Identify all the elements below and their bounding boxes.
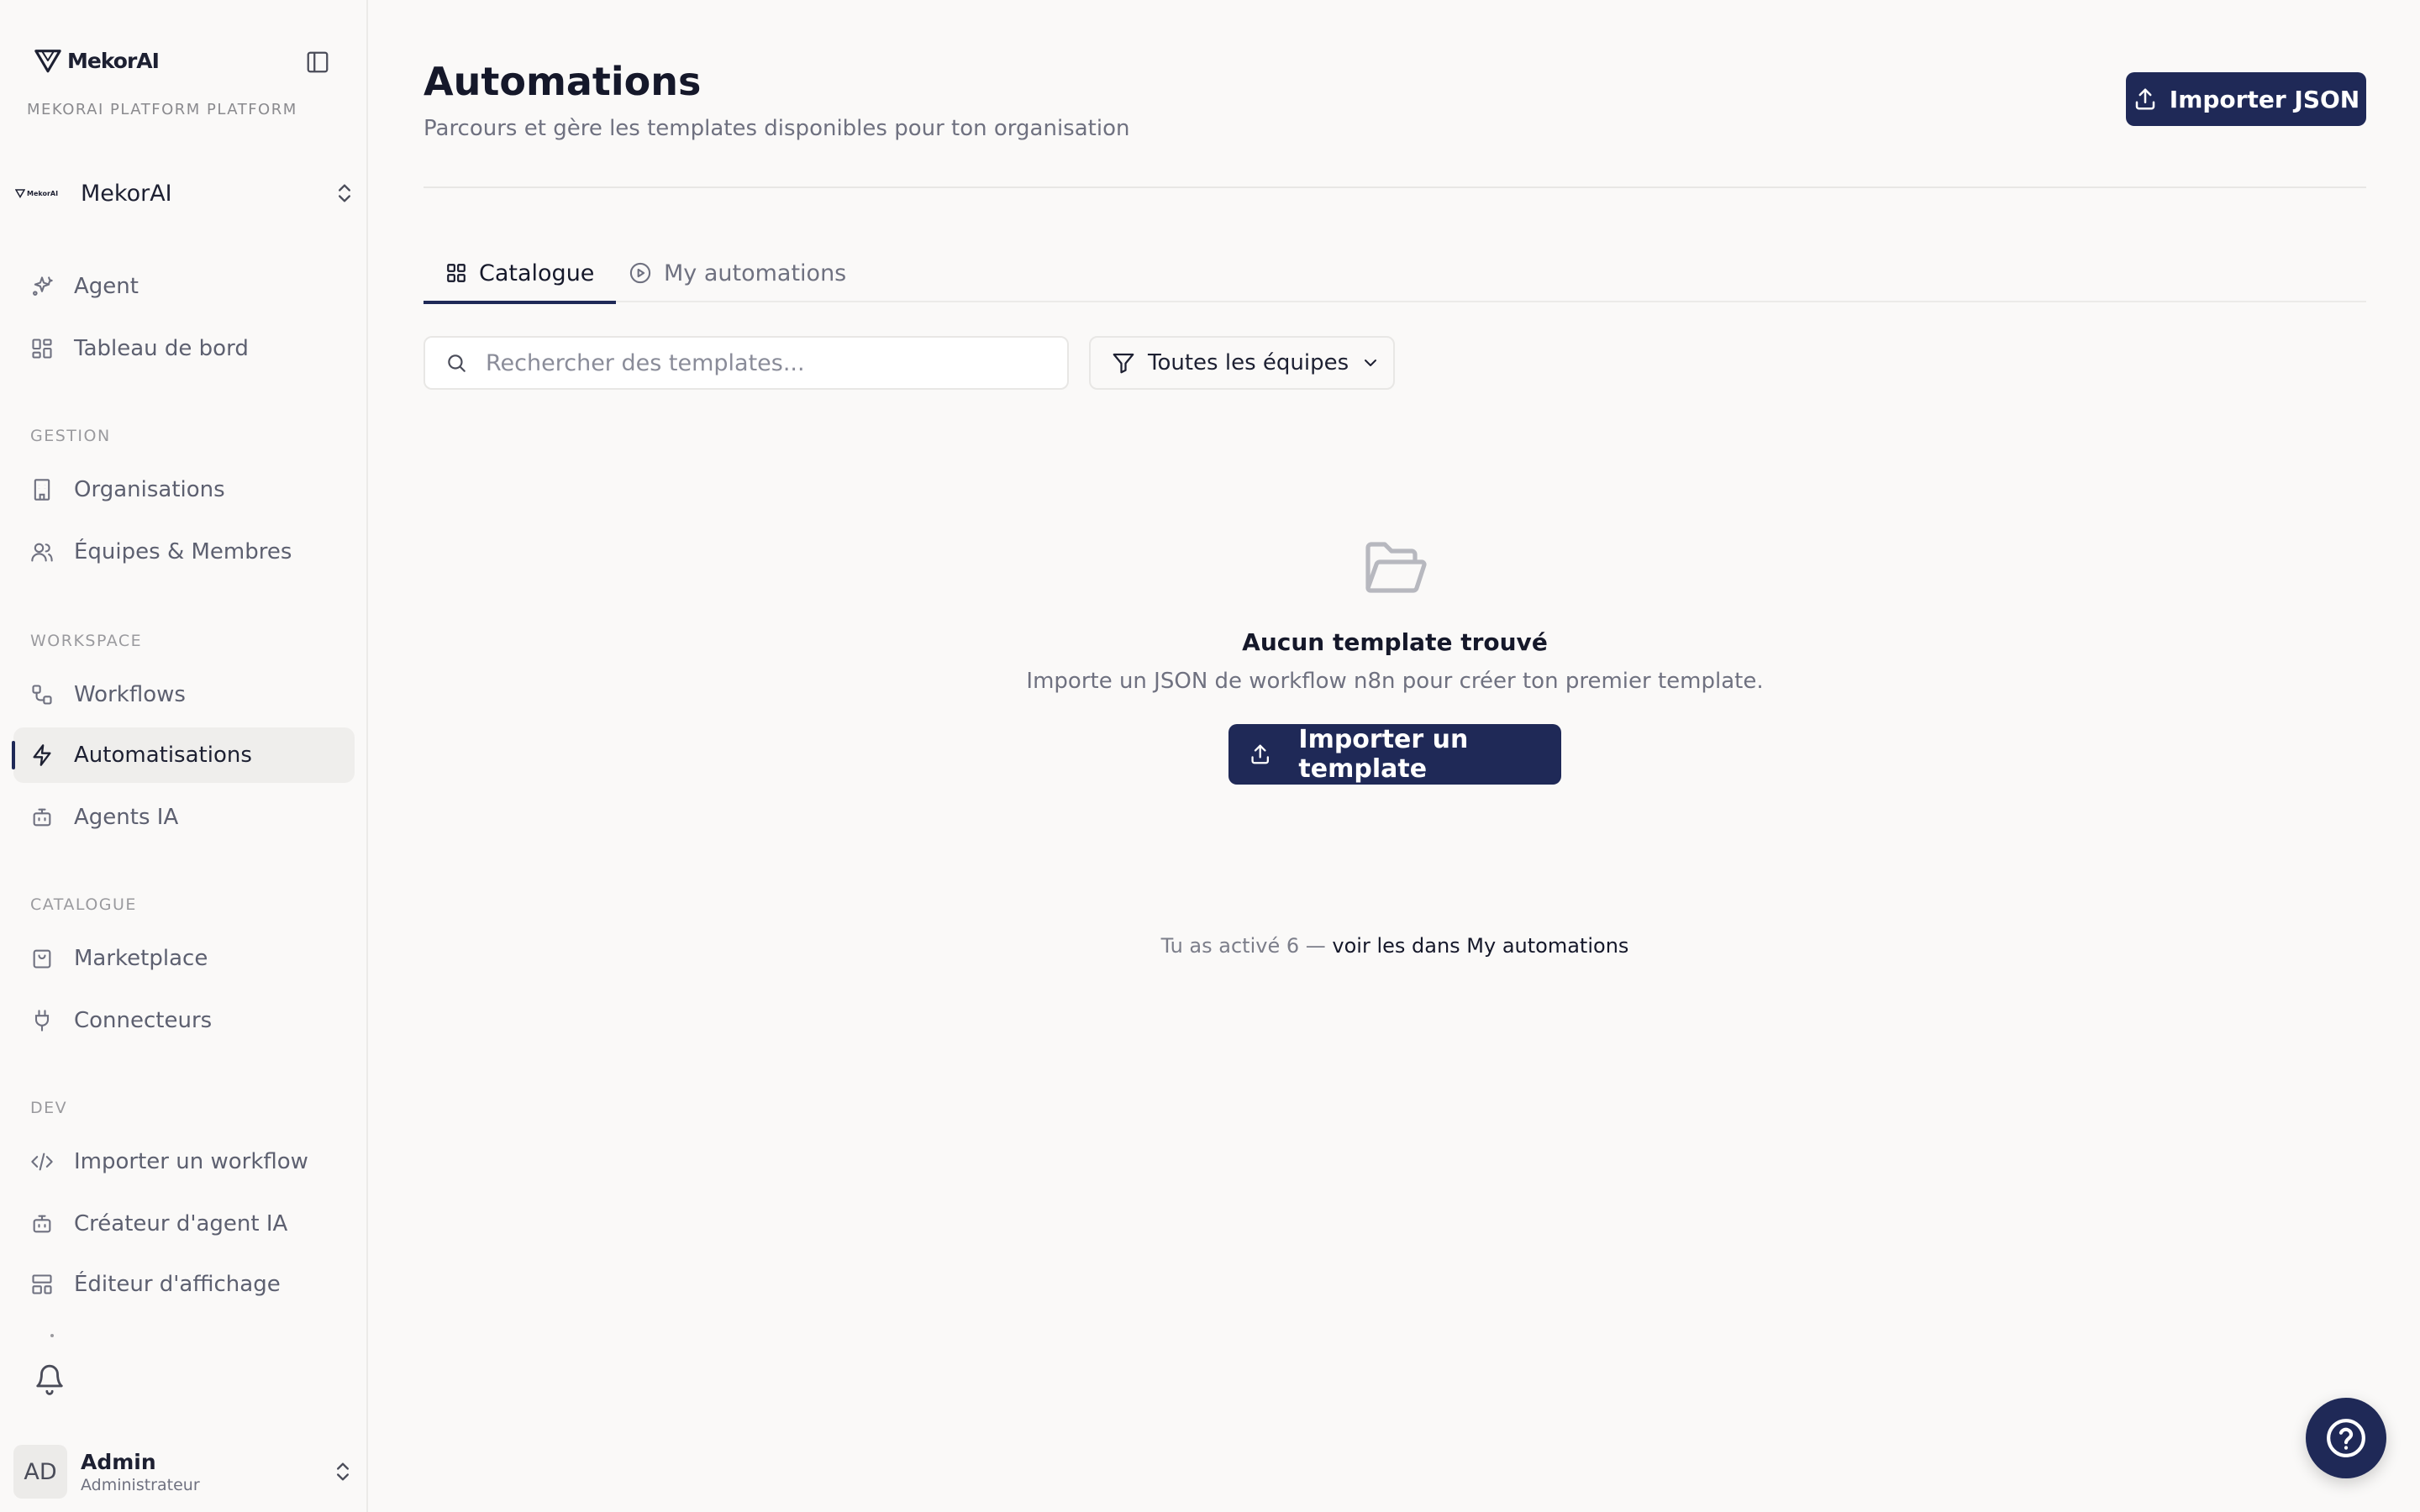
sidebar-item-label: Agent [74, 274, 139, 299]
tab-catalogue[interactable]: Catalogue [424, 244, 617, 304]
section-label-dev: DEV [30, 1099, 68, 1117]
sidebar-item-label: Équipes & Membres [74, 539, 292, 564]
org-switcher[interactable]: MekorAI MekorAI [15, 173, 356, 213]
chevrons-up-down-icon [339, 184, 350, 202]
bot-icon [33, 1215, 51, 1233]
sidebar-item-label: Connecteurs [74, 1008, 213, 1033]
org-logo-icon [15, 189, 25, 198]
sidebar-item-organisations[interactable]: Organisations [13, 462, 355, 517]
activation-note: Tu as activé 6 — voir les dans My automa… [0, 934, 2420, 958]
search-icon [448, 354, 466, 372]
tab-my-automations[interactable]: My automations [607, 244, 868, 302]
scroll-hint [50, 1334, 54, 1337]
org-logo-text: MekorAI [27, 189, 59, 197]
brand-name: MekorAI [67, 48, 160, 73]
sidebar-item-agent[interactable]: Agent [13, 259, 355, 314]
import-json-label: Importer JSON [2169, 85, 2360, 113]
tab-bar: Catalogue My automations [424, 244, 2366, 304]
chevron-down-icon [1365, 360, 1377, 366]
sidebar-item-label: Importer un workflow [74, 1149, 308, 1174]
upload-icon [1251, 744, 1269, 764]
help-button[interactable] [2306, 1398, 2386, 1478]
upload-icon [2135, 88, 2155, 110]
sidebar-toggle-button[interactable] [302, 47, 333, 77]
folder-open-icon [1365, 542, 1427, 593]
layout-icon [32, 1274, 52, 1294]
my-automations-link[interactable]: voir les dans My automations [1332, 934, 1628, 958]
section-label-catalogue: CATALOGUE [30, 895, 137, 914]
chevrons-up-down-icon [337, 1462, 349, 1481]
user-info: Admin Administrateur [81, 1450, 200, 1494]
search-input[interactable] [486, 349, 1023, 376]
sidebar-toggle-icon [307, 51, 329, 73]
platform-label: MEKORAI PLATFORM PLATFORM [27, 101, 297, 118]
filter-icon [1113, 353, 1134, 374]
sidebar-item-label: Agents IA [74, 805, 179, 830]
sidebar-item-label: Tableau de bord [74, 336, 249, 361]
help-circle-icon [2327, 1419, 2365, 1457]
user-name: Admin [81, 1449, 156, 1474]
tab-label: My automations [664, 260, 847, 286]
page-subtitle: Parcours et gère les templates disponibl… [424, 116, 1130, 141]
org-name: MekorAI [81, 180, 172, 207]
sidebar-item-agent-creator[interactable]: Créateur d'agent IA [13, 1196, 355, 1252]
empty-state-title: Aucun template trouvé [1242, 628, 1548, 656]
sidebar-item-label: Créateur d'agent IA [74, 1211, 288, 1236]
avatar: AD [13, 1445, 67, 1499]
user-menu[interactable]: AD Admin Administrateur [13, 1443, 355, 1500]
sidebar-item-label: Organisations [74, 477, 225, 502]
import-template-button[interactable]: Importer un template [1228, 724, 1561, 785]
import-json-button[interactable]: Importer JSON [2126, 72, 2366, 126]
sidebar-item-label: Automatisations [74, 743, 252, 768]
grid-icon [447, 264, 466, 282]
tab-label: Catalogue [479, 260, 595, 286]
sidebar-item-automatisations[interactable]: Automatisations [12, 727, 355, 783]
sidebar-item-dashboard[interactable]: Tableau de bord [13, 321, 355, 376]
import-template-label: Importer un template [1298, 725, 1469, 784]
sidebar: MekorAI MEKORAI PLATFORM PLATFORM MekorA… [0, 0, 368, 1512]
org-logo: MekorAI [15, 188, 66, 198]
brand-logo[interactable]: MekorAI [34, 44, 160, 77]
sidebar-item-connecteurs[interactable]: Connecteurs [13, 993, 355, 1048]
building-icon [34, 479, 50, 501]
bot-icon [33, 808, 51, 827]
play-circle-icon [629, 262, 651, 284]
mekorai-logo-icon [34, 50, 61, 73]
dashboard-grid-icon [32, 339, 52, 359]
user-role: Administrateur [81, 1475, 200, 1494]
sidebar-item-import-workflow[interactable]: Importer un workflow [13, 1134, 355, 1189]
sidebar-item-display-editor[interactable]: Éditeur d'affichage [13, 1257, 355, 1312]
notifications-button[interactable] [34, 1362, 66, 1396]
search-field [424, 336, 1069, 390]
header-divider [424, 186, 2366, 188]
users-icon [31, 543, 53, 562]
plug-icon [34, 1010, 50, 1032]
code-icon [31, 1152, 53, 1171]
bell-icon [36, 1364, 63, 1395]
team-filter-dropdown[interactable]: Toutes les équipes [1089, 336, 1395, 390]
sidebar-item-label: Éditeur d'affichage [74, 1272, 281, 1297]
lightning-icon [33, 744, 51, 766]
empty-state-description: Importe un JSON de workflow n8n pour cré… [1026, 669, 1764, 694]
activation-note-text: Tu as activé 6 — [1160, 934, 1333, 958]
sidebar-item-teams-members[interactable]: Équipes & Membres [13, 524, 355, 580]
page-title: Automations [424, 59, 702, 104]
sidebar-item-agents-ia[interactable]: Agents IA [13, 790, 355, 845]
team-filter-label: Toutes les équipes [1148, 350, 1349, 375]
section-label-gestion: GESTION [30, 427, 111, 445]
sparkles-icon [33, 276, 53, 296]
